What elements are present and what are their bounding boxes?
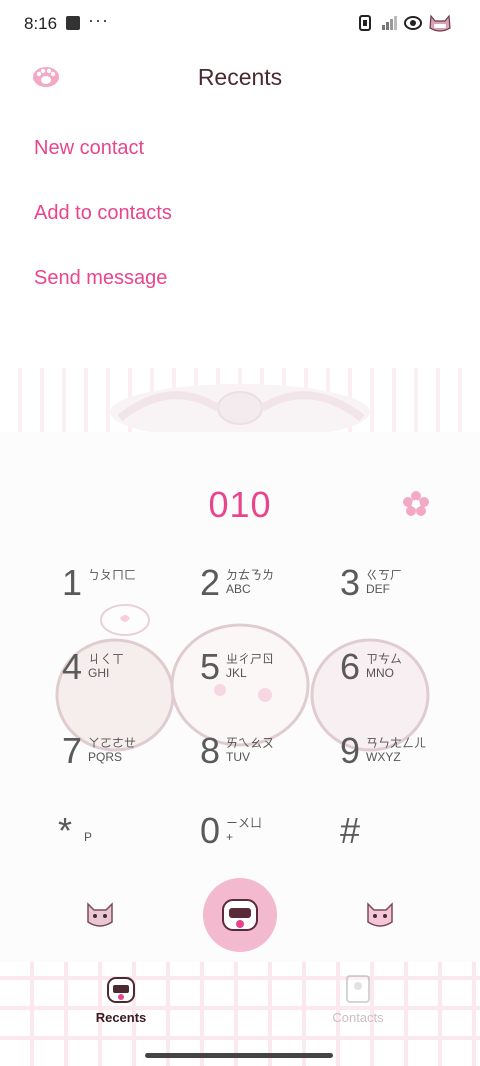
key-letters-latin: ABC bbox=[226, 582, 251, 596]
call-cat-icon bbox=[222, 899, 258, 931]
key-letters-latin: JKL bbox=[226, 666, 247, 680]
key-letters: ㄓㄔㄕㄖ bbox=[226, 652, 275, 666]
app-notification-icon bbox=[66, 16, 80, 30]
add-to-contacts-button[interactable]: Add to contacts bbox=[34, 202, 172, 225]
key-letters: ㄚㄛㄜㄝ bbox=[88, 736, 137, 750]
vibrate-icon bbox=[359, 15, 371, 31]
status-bar: 8:16 ··· bbox=[0, 0, 480, 48]
contacts-cat-icon bbox=[346, 975, 370, 1003]
header: Recents bbox=[0, 56, 480, 100]
sim-cat-icon[interactable] bbox=[84, 898, 116, 930]
tab-contacts-label: Contacts bbox=[332, 1010, 384, 1025]
sim-cat-icon[interactable] bbox=[364, 898, 396, 930]
key-5[interactable]: 5 ㄓㄔㄕㄖ JKL bbox=[200, 646, 330, 706]
key-digit: 2 bbox=[200, 562, 221, 603]
decorative-banner bbox=[0, 368, 480, 440]
key-digit: 5 bbox=[200, 646, 221, 687]
home-indicator[interactable] bbox=[145, 1053, 333, 1058]
send-message-button[interactable]: Send message bbox=[34, 267, 167, 290]
key-letters-latin: WXYZ bbox=[366, 750, 401, 764]
recents-cat-icon bbox=[107, 977, 135, 1003]
key-1[interactable]: 1 ㄅㄆㄇㄈ bbox=[62, 562, 192, 622]
tab-recents[interactable]: Recents bbox=[61, 966, 181, 1025]
bow-icon bbox=[110, 384, 370, 440]
key-letters: ㄉㄊㄋㄌ bbox=[226, 568, 275, 582]
status-time: 8:16 bbox=[24, 14, 58, 33]
tab-contacts[interactable]: Contacts bbox=[298, 966, 418, 1025]
key-letters: ㄍㄎㄏ bbox=[366, 568, 403, 582]
action-row bbox=[0, 878, 480, 958]
key-digit: 1 bbox=[62, 562, 83, 603]
key-3[interactable]: 3 ㄍㄎㄏ DEF bbox=[340, 562, 470, 622]
key-letters: ㄅㄆㄇㄈ bbox=[88, 568, 137, 582]
key-letters-latin: GHI bbox=[88, 666, 110, 680]
key-letters: ㄧㄨㄩ bbox=[226, 816, 263, 830]
signal-icon bbox=[382, 16, 397, 30]
key-7[interactable]: 7 ㄚㄛㄜㄝ PQRS bbox=[62, 730, 192, 790]
key-digit: * bbox=[58, 810, 73, 851]
key-letters-latin: PQRS bbox=[88, 750, 123, 764]
key-digit: 4 bbox=[62, 646, 83, 687]
key-8[interactable]: 8 ㄞㄟㄠㄡ TUV bbox=[200, 730, 330, 790]
key-digit: 8 bbox=[200, 730, 221, 771]
flower-icon[interactable] bbox=[402, 490, 430, 518]
tab-recents-label: Recents bbox=[95, 1010, 147, 1025]
new-contact-button[interactable]: New contact bbox=[34, 137, 144, 160]
key-letters: ㄐㄑㄒ bbox=[88, 652, 125, 666]
status-icons bbox=[356, 12, 452, 34]
key-9[interactable]: 9 ㄢㄣㄤㄥㄦ WXYZ bbox=[340, 730, 470, 790]
key-6[interactable]: 6 ㄗㄘㄙ MNO bbox=[340, 646, 470, 706]
key-letters-latin: DEF bbox=[366, 582, 390, 596]
key-letters: ㄞㄟㄠㄡ bbox=[226, 736, 275, 750]
key-hash[interactable]: # bbox=[340, 810, 470, 870]
eye-icon bbox=[404, 16, 422, 30]
key-digit: 6 bbox=[340, 646, 361, 687]
page-title: Recents bbox=[197, 64, 283, 90]
key-letters: ㄗㄘㄙ bbox=[366, 652, 403, 666]
key-digit: # bbox=[340, 810, 361, 851]
key-digit: 9 bbox=[340, 730, 361, 771]
key-letters-latin: P bbox=[84, 830, 93, 844]
key-letters: ㄢㄣㄤㄥㄦ bbox=[366, 736, 427, 750]
key-0[interactable]: 0 ㄧㄨㄩ + bbox=[200, 810, 330, 870]
battery-cat-icon bbox=[429, 14, 451, 32]
more-notifications-icon: ··· bbox=[88, 10, 109, 30]
key-digit: 7 bbox=[62, 730, 83, 771]
key-star[interactable]: * P bbox=[58, 810, 188, 870]
key-digit: 3 bbox=[340, 562, 361, 603]
key-digit: 0 bbox=[200, 810, 221, 851]
call-button[interactable] bbox=[203, 878, 277, 952]
bottom-navigation: Recents Contacts bbox=[0, 966, 480, 1030]
key-letters-latin: TUV bbox=[226, 750, 250, 764]
key-4[interactable]: 4 ㄐㄑㄒ GHI bbox=[62, 646, 192, 706]
key-letters-latin: MNO bbox=[366, 666, 394, 680]
key-letters-latin: + bbox=[226, 830, 234, 844]
key-2[interactable]: 2 ㄉㄊㄋㄌ ABC bbox=[200, 562, 330, 622]
